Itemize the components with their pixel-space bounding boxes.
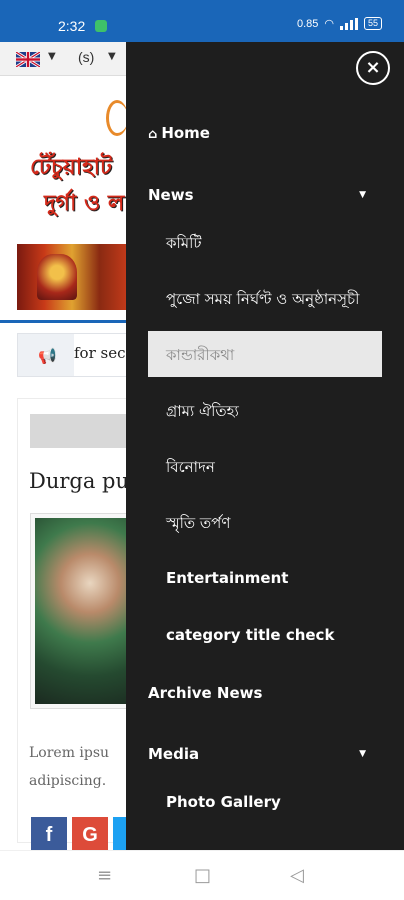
excerpt-line1: Lorem ipsu	[29, 745, 110, 761]
menu-item-media[interactable]: Media	[148, 745, 199, 763]
durga-banner-image	[17, 244, 127, 310]
article-excerpt: Lorem ipsu adipiscing.	[29, 739, 109, 795]
menu-item-home[interactable]: ⌂ Home	[148, 124, 210, 142]
status-bar: 2:32 0.85 ◠ 55	[0, 0, 404, 42]
menu-item-archive-news[interactable]: Archive News	[148, 684, 262, 702]
facebook-share-button[interactable]: f	[31, 817, 67, 853]
menu-item-memorial[interactable]: স্মৃতি তর্পণ	[166, 512, 230, 537]
news-expand-caret-icon[interactable]: ▼	[359, 190, 366, 200]
menu-item-puja-schedule[interactable]: পুজো সময় নির্ঘণ্ট ও অনুষ্ঠানসূচী	[166, 288, 359, 313]
article-image[interactable]	[35, 518, 135, 704]
status-icons: 0.85 ◠ 55	[297, 17, 382, 30]
megaphone-icon: 📢	[38, 347, 57, 365]
site-headline-line2: দুর্গা ও ল	[44, 191, 125, 216]
article-image-frame	[30, 513, 140, 709]
menu-item-photo-gallery[interactable]: Photo Gallery	[166, 793, 281, 811]
battery-icon: 55	[363, 17, 382, 30]
menu-item-village-heritage[interactable]: গ্রাম্য ঐতিহ্য	[166, 400, 239, 425]
uk-flag-icon[interactable]	[16, 52, 40, 67]
wifi-icon: ◠	[324, 18, 334, 30]
signal-icon	[339, 17, 358, 30]
status-time: 2:32	[58, 18, 86, 34]
home-nav-icon[interactable]: □	[194, 867, 211, 885]
excerpt-line2: adipiscing.	[29, 773, 107, 789]
menu-item-label: Home	[161, 124, 210, 142]
network-speed: 0.85	[296, 17, 319, 30]
language-dropdown-caret-icon[interactable]: ▼	[48, 51, 56, 62]
site-logo[interactable]	[106, 100, 128, 136]
currency-dropdown-caret-icon[interactable]: ▼	[108, 51, 116, 62]
menu-item-kandari-katha[interactable]: কান্ডারীকথা	[148, 331, 382, 377]
ticker-text[interactable]: for sec	[74, 334, 134, 376]
news-ticker: 📢 for sec	[17, 333, 134, 377]
menu-item-category-title-check[interactable]: category title check	[166, 626, 334, 644]
menu-item-news[interactable]: News	[148, 186, 194, 204]
app-notification-icon	[95, 20, 107, 32]
currency-selector[interactable]: (s)	[78, 49, 94, 65]
back-nav-icon[interactable]: ◁	[290, 867, 304, 885]
site-headline-line1: টেঁচুয়াহাট	[30, 155, 113, 180]
close-drawer-button[interactable]: ×	[356, 51, 390, 85]
home-icon: ⌂	[148, 127, 158, 142]
menu-item-label: কান্ডারীকথা	[166, 346, 235, 364]
menu-item-entertainment[interactable]: Entertainment	[166, 569, 288, 587]
divider	[0, 320, 130, 323]
menu-item-committee[interactable]: কমিটি	[166, 232, 202, 257]
menu-nav-icon[interactable]: ≡	[97, 867, 112, 885]
system-nav-bar: ≡ □ ◁	[0, 850, 404, 900]
nav-drawer: × ⌂ Home News ▼ কমিটি পুজো সময় নির্ঘণ্ট …	[126, 42, 404, 850]
card-header-bar	[30, 414, 140, 448]
google-share-button[interactable]: G	[72, 817, 108, 853]
media-expand-caret-icon[interactable]: ▼	[359, 749, 366, 759]
article-title[interactable]: Durga pu	[29, 469, 129, 493]
menu-item-entertainment-bn[interactable]: বিনোদন	[166, 456, 215, 481]
article-card: Durga pu Lorem ipsu adipiscing. f G	[17, 398, 149, 853]
